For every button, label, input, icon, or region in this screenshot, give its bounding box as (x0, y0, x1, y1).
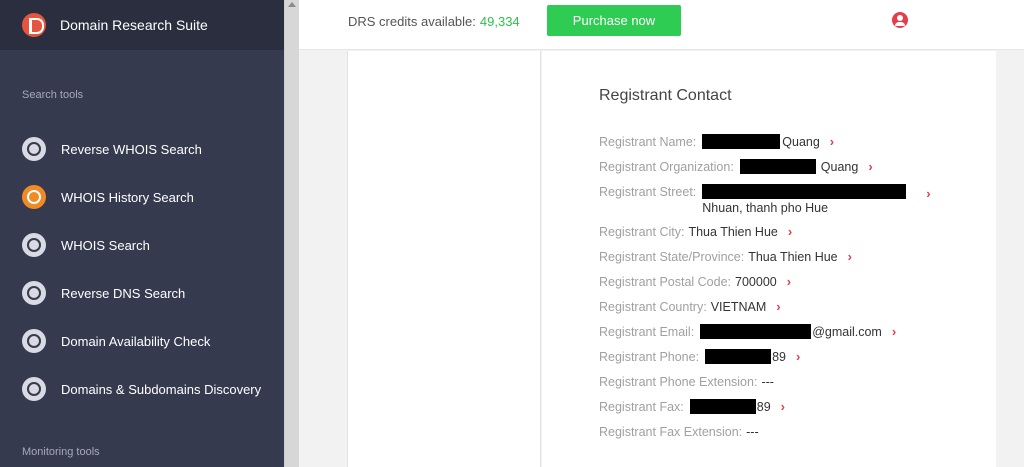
row-registrant-name: Registrant Name: Quang › (599, 134, 834, 150)
street-value-block: Nhuan, thanh pho Hue (702, 184, 907, 216)
sidebar-item-reverse-dns[interactable]: Reverse DNS Search (22, 281, 185, 305)
sidebar-item-label: Reverse DNS Search (61, 285, 186, 301)
field-label: Registrant State/Province: (599, 250, 745, 264)
field-label: Registrant Phone: (599, 350, 700, 364)
field-value: 89 (772, 350, 786, 364)
sidebar-item-reverse-whois[interactable]: Reverse WHOIS Search (22, 137, 202, 161)
field-value: Quang (820, 160, 859, 174)
sidebar-item-subdomains-discovery[interactable]: Domains & Subdomains Discovery (22, 377, 261, 401)
row-registrant-street: Registrant Street: Nhuan, thanh pho Hue … (599, 184, 931, 218)
field-label: Registrant Email: (599, 325, 695, 339)
user-icon[interactable] (892, 12, 908, 28)
card-title: Registrant Contact (599, 87, 732, 104)
scroll-up-icon[interactable] (288, 2, 296, 7)
field-label: Registrant Country: (599, 300, 707, 314)
field-label: Registrant Phone Extension: (599, 375, 758, 389)
field-label: Registrant Postal Code: (599, 275, 732, 289)
field-value: Nhuan, thanh pho Hue (702, 201, 829, 215)
sidebar-item-label: Domains & Subdomains Discovery (61, 381, 262, 397)
reverse-whois-icon (22, 137, 46, 161)
row-registrant-city: Registrant City: Thua Thien Hue › (599, 224, 792, 240)
chevron-right-icon[interactable]: › (848, 249, 852, 265)
row-registrant-state: Registrant State/Province: Thua Thien Hu… (599, 249, 852, 265)
row-registrant-postal-code: Registrant Postal Code: 700000 › (599, 274, 791, 290)
app-title: Domain Research Suite (60, 17, 208, 33)
sidebar-item-label: WHOIS History Search (61, 189, 194, 205)
field-label: Registrant Street: (599, 185, 697, 199)
field-label: Registrant Fax: (599, 400, 684, 414)
field-label: Registrant Organization: (599, 160, 734, 174)
chevron-right-icon[interactable]: › (776, 299, 780, 315)
field-label: Registrant City: (599, 225, 685, 239)
chevron-right-icon[interactable]: › (787, 274, 791, 290)
row-registrant-organization: Registrant Organization: Quang › (599, 159, 873, 175)
purchase-now-button[interactable]: Purchase now (547, 5, 681, 36)
field-label: Registrant Fax Extension: (599, 425, 743, 439)
globe-icon (22, 281, 46, 305)
top-bar: DRS credits available: 49,334 Purchase no… (299, 0, 1024, 50)
redaction-bar (705, 349, 772, 364)
redaction-bar (739, 159, 816, 174)
field-value: 700000 (735, 275, 777, 289)
redaction-bar (702, 134, 781, 149)
section-label-search-tools: Search tools (22, 89, 84, 101)
chevron-right-icon[interactable]: › (796, 349, 800, 365)
chevron-right-icon[interactable]: › (781, 399, 785, 415)
sidebar-item-domain-availability[interactable]: Domain Availability Check (22, 329, 210, 353)
availability-icon (22, 329, 46, 353)
discovery-icon (22, 377, 46, 401)
field-value: Quang (782, 135, 820, 149)
redaction-bar (689, 399, 756, 414)
row-registrant-email: Registrant Email: @gmail.com › (599, 324, 896, 340)
field-value: @gmail.com (812, 325, 882, 339)
row-registrant-country: Registrant Country: VIETNAM › (599, 299, 781, 315)
sidebar-item-whois-history[interactable]: WHOIS History Search (22, 185, 194, 209)
field-value: Thua Thien Hue (748, 250, 838, 264)
left-panel (347, 51, 541, 467)
sidebar-item-label: WHOIS Search (61, 237, 150, 253)
field-value: --- (746, 425, 759, 439)
brand-header[interactable]: Domain Research Suite (0, 0, 284, 50)
redaction-bar (700, 324, 812, 339)
credits-value: 49,334 (479, 14, 520, 29)
sidebar-item-label: Domain Availability Check (61, 333, 211, 349)
credits-label: DRS credits available: (348, 14, 476, 29)
sidebar-scrollbar[interactable] (284, 0, 299, 467)
registrant-contact-card: Registrant Contact Registrant Name: Quan… (542, 51, 996, 467)
sidebar-item-label: Reverse WHOIS Search (61, 141, 202, 157)
chevron-right-icon[interactable]: › (926, 186, 930, 202)
row-registrant-phone-extension: Registrant Phone Extension: --- (599, 374, 774, 390)
whois-search-icon (22, 233, 46, 257)
field-value: VIETNAM (710, 300, 767, 314)
sidebar: Domain Research Suite Search tools Rever… (0, 0, 284, 467)
chevron-right-icon[interactable]: › (892, 324, 896, 340)
redaction-bar (702, 184, 907, 199)
chevron-right-icon[interactable]: › (788, 224, 792, 240)
row-registrant-fax: Registrant Fax: 89 › (599, 399, 785, 415)
credits-info: DRS credits available: 49,334 (348, 14, 520, 29)
row-registrant-phone: Registrant Phone: 89 › (599, 349, 800, 365)
field-value: --- (761, 375, 774, 389)
section-label-monitoring-tools: Monitoring tools (22, 446, 100, 458)
chevron-right-icon[interactable]: › (868, 159, 872, 175)
chevron-right-icon[interactable]: › (830, 134, 834, 150)
field-label: Registrant Name: (599, 135, 697, 149)
field-value: 89 (756, 400, 771, 414)
brand-logo-icon (22, 13, 46, 37)
sidebar-item-whois-search[interactable]: WHOIS Search (22, 233, 150, 257)
row-registrant-fax-extension: Registrant Fax Extension: --- (599, 424, 759, 440)
history-icon (22, 185, 46, 209)
field-value: Thua Thien Hue (688, 225, 778, 239)
